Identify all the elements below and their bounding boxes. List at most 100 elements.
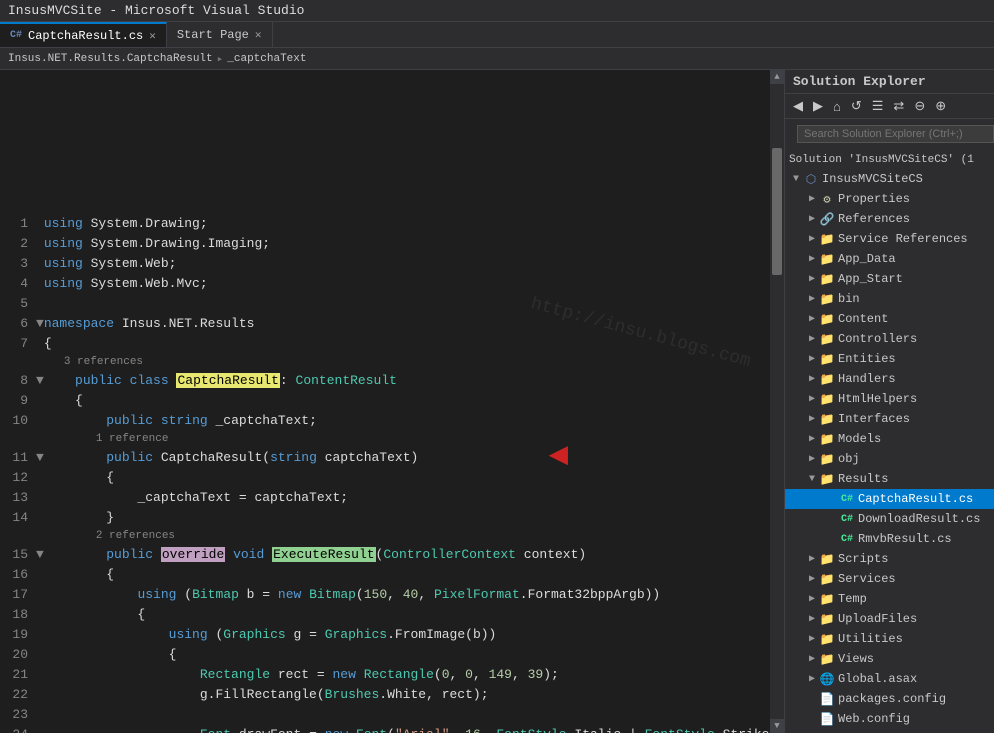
se-item-label: Properties <box>838 192 910 206</box>
se-item-results[interactable]: ▼ 📁 Results <box>785 469 994 489</box>
editor-content[interactable]: http://insu.blogs.com 1 using System.Dra… <box>0 70 784 733</box>
se-item-label: Models <box>838 432 881 446</box>
breadcrumb-member[interactable]: _captchaText <box>227 53 306 65</box>
se-tree: Solution 'InsusMVCSiteCS' (1 ▼ ⬡ InsusMV… <box>785 149 994 733</box>
se-item-entities[interactable]: ▶ 📁 Entities <box>785 349 994 369</box>
solution-explorer: Solution Explorer ◀ ▶ ⌂ ↺ ☰ ⇄ ⊖ ⊕ Soluti… <box>784 70 994 733</box>
se-item-scripts[interactable]: ▶ 📁 Scripts <box>785 549 994 569</box>
code-line-4: 4 using System.Web.Mvc; <box>8 274 770 294</box>
results-arrow-icon: ▼ <box>805 474 819 485</box>
se-collapse-button[interactable]: ⊖ <box>910 96 929 116</box>
utilities-arrow-icon: ▶ <box>805 633 819 645</box>
code-line-13: 13 _captchaText = captchaText; <box>8 488 770 508</box>
se-item-captcharesult[interactable]: C# CaptchaResult.cs <box>785 489 994 509</box>
breadcrumb-namespace[interactable]: Insus.NET.Results.CaptchaResult <box>8 53 213 65</box>
se-item-label: Results <box>838 472 888 486</box>
se-item-temp[interactable]: ▶ 📁 Temp <box>785 589 994 609</box>
se-item-views[interactable]: ▶ 📁 Views <box>785 649 994 669</box>
globalasax-icon: 🌐 <box>819 672 835 687</box>
tab-start[interactable]: Start Page ✕ <box>167 22 273 47</box>
views-arrow-icon: ▶ <box>805 653 819 665</box>
se-item-label: App_Data <box>838 252 896 266</box>
se-item-service-refs[interactable]: ▶ 📁 Service References <box>785 229 994 249</box>
code-lines: 1 using System.Drawing; 2 using System.D… <box>8 214 770 733</box>
scroll-track[interactable] <box>770 84 784 719</box>
scroll-thumb[interactable] <box>772 148 782 275</box>
tab-close-icon[interactable]: ✕ <box>149 29 156 43</box>
se-item-label: Utilities <box>838 632 903 646</box>
se-item-downloadresult[interactable]: C# DownloadResult.cs <box>785 509 994 529</box>
se-item-uploadfiles[interactable]: ▶ 📁 UploadFiles <box>785 609 994 629</box>
service-refs-folder-icon: 📁 <box>819 232 835 247</box>
downloadresult-cs-icon: C# <box>839 514 855 525</box>
se-item-rmvbresult[interactable]: C# RmvbResult.cs <box>785 529 994 549</box>
code-area[interactable]: http://insu.blogs.com 1 using System.Dra… <box>0 70 770 733</box>
uploadfiles-folder-icon: 📁 <box>819 612 835 627</box>
scrollbar-vertical[interactable]: ▲ ▼ <box>770 70 784 733</box>
entities-arrow-icon: ▶ <box>805 353 819 365</box>
se-home-button[interactable]: ⌂ <box>829 97 845 116</box>
project-arrow-icon: ▼ <box>789 174 803 185</box>
se-item-content[interactable]: ▶ 📁 Content <box>785 309 994 329</box>
se-item-label: HtmlHelpers <box>838 392 917 406</box>
se-item-globalasax[interactable]: ▶ 🌐 Global.asax <box>785 669 994 689</box>
app-start-arrow-icon: ▶ <box>805 273 819 285</box>
scripts-folder-icon: 📁 <box>819 552 835 567</box>
se-item-app-data[interactable]: ▶ 📁 App_Data <box>785 249 994 269</box>
se-item-references[interactable]: ▶ 🔗 References <box>785 209 994 229</box>
se-sync-button[interactable]: ⇄ <box>889 96 908 116</box>
se-item-label: Handlers <box>838 372 896 386</box>
se-item-htmlhelpers[interactable]: ▶ 📁 HtmlHelpers <box>785 389 994 409</box>
se-item-label: Entities <box>838 352 896 366</box>
tab-start-label: Start Page <box>177 28 249 42</box>
se-item-label: InsusMVCSiteCS <box>822 172 923 186</box>
se-item-label: Services <box>838 572 896 586</box>
se-item-label: References <box>838 212 910 226</box>
se-item-controllers[interactable]: ▶ 📁 Controllers <box>785 329 994 349</box>
solution-explorer-title: Solution Explorer <box>785 70 994 94</box>
se-item-bin[interactable]: ▶ 📁 bin <box>785 289 994 309</box>
se-item-label: CaptchaResult.cs <box>858 492 973 506</box>
tab-captcha[interactable]: C# CaptchaResult.cs ✕ <box>0 22 167 47</box>
code-line-12: 12 { <box>8 468 770 488</box>
scroll-down-button[interactable]: ▼ <box>770 719 784 733</box>
se-item-models[interactable]: ▶ 📁 Models <box>785 429 994 449</box>
code-line-22: 22 g.FillRectangle(Brushes.White, rect); <box>8 685 770 705</box>
se-refresh-button[interactable]: ↺ <box>847 96 866 116</box>
code-line-21: 21 Rectangle rect = new Rectangle(0, 0, … <box>8 665 770 685</box>
se-forward-button[interactable]: ▶ <box>809 96 827 116</box>
se-item-obj[interactable]: ▶ 📁 obj <box>785 449 994 469</box>
tab-captcha-label: CaptchaResult.cs <box>28 29 143 43</box>
se-props-button[interactable]: ☰ <box>868 96 888 116</box>
se-item-properties[interactable]: ▶ ⚙ Properties <box>785 189 994 209</box>
code-line-9: 9 { <box>8 391 770 411</box>
se-item-label: packages.config <box>838 692 946 706</box>
se-item-label: Temp <box>838 592 867 606</box>
utilities-folder-icon: 📁 <box>819 632 835 647</box>
title-bar: InsusMVCSite - Microsoft Visual Studio <box>0 0 994 22</box>
se-item-project[interactable]: ▼ ⬡ InsusMVCSiteCS <box>785 169 994 189</box>
se-new-button[interactable]: ⊕ <box>931 96 950 116</box>
content-arrow-icon: ▶ <box>805 313 819 325</box>
code-line-7: 7 { <box>8 334 770 354</box>
se-item-packages[interactable]: 📄 packages.config <box>785 689 994 709</box>
se-item-handlers[interactable]: ▶ 📁 Handlers <box>785 369 994 389</box>
temp-arrow-icon: ▶ <box>805 593 819 605</box>
se-back-button[interactable]: ◀ <box>789 96 807 116</box>
se-search-input[interactable] <box>797 125 994 143</box>
uploadfiles-arrow-icon: ▶ <box>805 613 819 625</box>
se-item-utilities[interactable]: ▶ 📁 Utilities <box>785 629 994 649</box>
se-item-webconfig[interactable]: 📄 Web.config <box>785 709 994 729</box>
bin-arrow-icon: ▶ <box>805 293 819 305</box>
se-item-interfaces[interactable]: ▶ 📁 Interfaces <box>785 409 994 429</box>
se-item-app-start[interactable]: ▶ 📁 App_Start <box>785 269 994 289</box>
scripts-arrow-icon: ▶ <box>805 553 819 565</box>
tab-start-close-icon[interactable]: ✕ <box>255 28 262 42</box>
code-line-14: 14 } <box>8 508 770 528</box>
views-folder-icon: 📁 <box>819 652 835 667</box>
se-item-label: UploadFiles <box>838 612 917 626</box>
bin-folder-icon: 📁 <box>819 292 835 307</box>
scroll-up-button[interactable]: ▲ <box>770 70 784 84</box>
app-start-folder-icon: 📁 <box>819 272 835 287</box>
se-item-services[interactable]: ▶ 📁 Services <box>785 569 994 589</box>
